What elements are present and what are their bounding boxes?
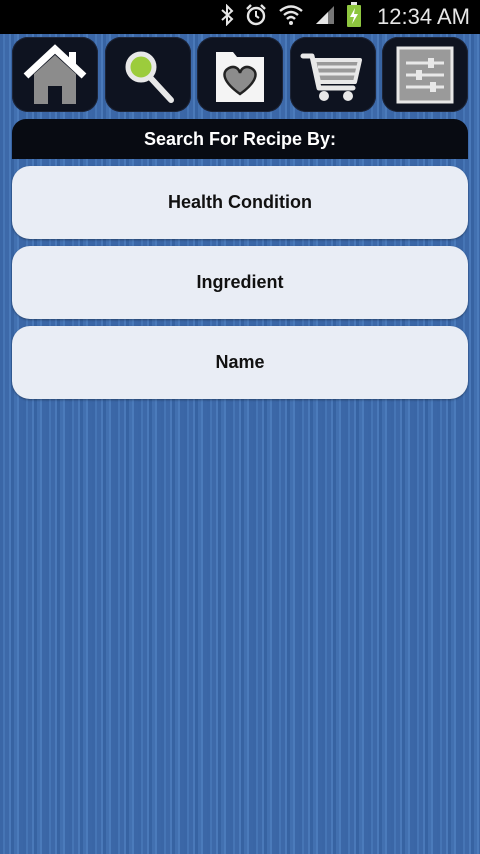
search-icon [115, 44, 181, 106]
settings-sliders-icon [392, 44, 458, 106]
name-button[interactable]: Name [12, 326, 468, 399]
search-button[interactable] [105, 37, 191, 112]
favorites-button[interactable] [197, 37, 283, 112]
home-button[interactable] [12, 37, 98, 112]
status-time: 12:34 AM [377, 4, 470, 29]
favorites-folder-icon [207, 44, 273, 106]
bluetooth-icon [220, 3, 234, 31]
settings-button[interactable] [382, 37, 468, 112]
battery-charging-icon [346, 1, 362, 33]
search-header: Search For Recipe By: [12, 119, 468, 159]
signal-icon [314, 4, 336, 31]
home-icon [22, 43, 88, 106]
shopping-cart-icon [300, 44, 366, 106]
alarm-icon [244, 3, 268, 32]
health-condition-button[interactable]: Health Condition [12, 166, 468, 239]
ingredient-button[interactable]: Ingredient [12, 246, 468, 319]
wifi-icon [278, 3, 304, 32]
shopping-cart-button[interactable] [290, 37, 376, 112]
status-icons [220, 1, 362, 33]
toolbar [0, 34, 480, 114]
status-bar: 12:34 AM [0, 0, 480, 34]
